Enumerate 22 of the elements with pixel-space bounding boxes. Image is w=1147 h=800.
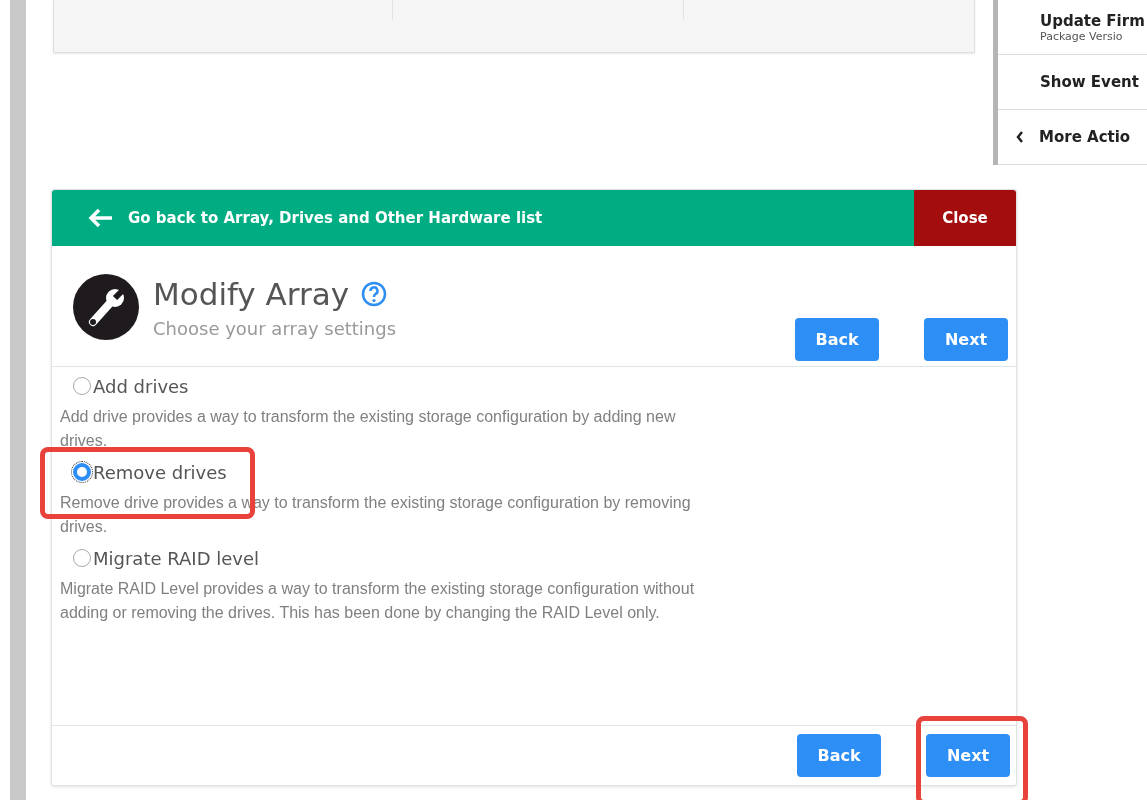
- radio-option[interactable]: Migrate RAID level: [60, 543, 260, 573]
- radio-button[interactable]: [73, 549, 91, 567]
- action-sublabel: Package Versio: [1040, 29, 1124, 43]
- action-label: More Actio: [1039, 128, 1131, 146]
- radio-button[interactable]: [73, 463, 91, 481]
- dialog-title: Modify Array: [153, 276, 350, 312]
- help-icon[interactable]: [361, 281, 388, 307]
- chevron-left-icon: [1015, 130, 1025, 144]
- option-description: Add drive provides a way to transform the existing storage configuration by adding new drives.: [60, 407, 677, 451]
- option-description: Migrate RAID Level provides a way to transform the existing storage configuration without adding or removing the drives. This has been done by changing the RAID Level only.: [60, 579, 696, 623]
- radio-button[interactable]: [73, 377, 91, 395]
- action-label: Update Firm: [1040, 11, 1146, 30]
- arrow-left-icon: [88, 208, 114, 228]
- action-item[interactable]: Show Event: [998, 55, 1147, 110]
- action-item[interactable]: More Actio: [998, 110, 1147, 165]
- radio-option[interactable]: Add drives: [60, 371, 189, 401]
- action-label: Show Event: [1040, 73, 1140, 91]
- dialog-subtitle: Choose your array settings: [153, 318, 398, 339]
- close-button[interactable]: Close: [914, 190, 1016, 246]
- radio-option[interactable]: Remove drives: [60, 457, 227, 487]
- wrench-icon: [73, 274, 139, 340]
- action-item[interactable]: Update Firm Package Versio: [998, 0, 1147, 55]
